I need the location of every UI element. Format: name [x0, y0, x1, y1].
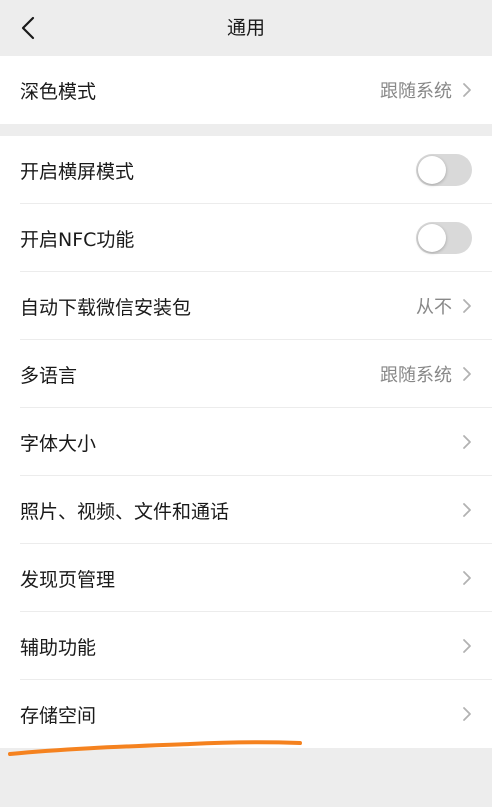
- chevron-right-icon: [463, 299, 471, 313]
- settings-group-display: 深色模式 跟随系统: [0, 56, 492, 124]
- setting-row-language[interactable]: 多语言 跟随系统: [0, 340, 492, 408]
- setting-label: 多语言: [20, 364, 78, 387]
- nav-bar: 通用: [0, 0, 492, 56]
- chevron-right-icon: [463, 503, 471, 517]
- nfc-toggle[interactable]: [416, 222, 472, 254]
- setting-value: 跟随系统: [380, 365, 452, 386]
- setting-label: 自动下载微信安装包: [20, 296, 192, 319]
- chevron-right-icon: [463, 367, 471, 381]
- settings-group-general: 开启横屏模式 开启NFC功能 自动下载微信安装包 从不 多语言 跟随系统 字体大…: [0, 136, 492, 748]
- setting-row-font-size[interactable]: 字体大小: [0, 408, 492, 476]
- setting-value: 跟随系统: [380, 81, 452, 102]
- toggle-knob: [418, 156, 446, 184]
- setting-label: 开启横屏模式: [20, 160, 135, 183]
- setting-label: 辅助功能: [20, 636, 97, 659]
- setting-row-nfc: 开启NFC功能: [0, 204, 492, 272]
- chevron-right-icon: [463, 639, 471, 653]
- setting-label: 开启NFC功能: [20, 228, 135, 251]
- chevron-right-icon: [463, 435, 471, 449]
- toggle-knob: [418, 224, 446, 252]
- page-title: 通用: [226, 17, 265, 39]
- setting-row-accessibility[interactable]: 辅助功能: [0, 612, 492, 680]
- setting-row-storage[interactable]: 存储空间: [0, 680, 492, 748]
- chevron-right-icon: [463, 571, 471, 585]
- setting-row-landscape-mode: 开启横屏模式: [0, 136, 492, 204]
- chevron-right-icon: [463, 83, 471, 97]
- setting-row-dark-mode[interactable]: 深色模式 跟随系统: [0, 56, 492, 124]
- setting-row-media-calls[interactable]: 照片、视频、文件和通话: [0, 476, 492, 544]
- setting-row-auto-download[interactable]: 自动下载微信安装包 从不: [0, 272, 492, 340]
- chevron-right-icon: [463, 707, 471, 721]
- setting-label: 发现页管理: [20, 568, 116, 591]
- section-gap: [0, 124, 492, 136]
- landscape-mode-toggle[interactable]: [416, 154, 472, 186]
- setting-value: 从不: [416, 297, 452, 318]
- setting-label: 深色模式: [20, 80, 97, 103]
- setting-row-discover-manage[interactable]: 发现页管理: [0, 544, 492, 612]
- setting-label: 存储空间: [20, 704, 97, 727]
- setting-label: 照片、视频、文件和通话: [20, 500, 230, 523]
- setting-label: 字体大小: [20, 432, 97, 455]
